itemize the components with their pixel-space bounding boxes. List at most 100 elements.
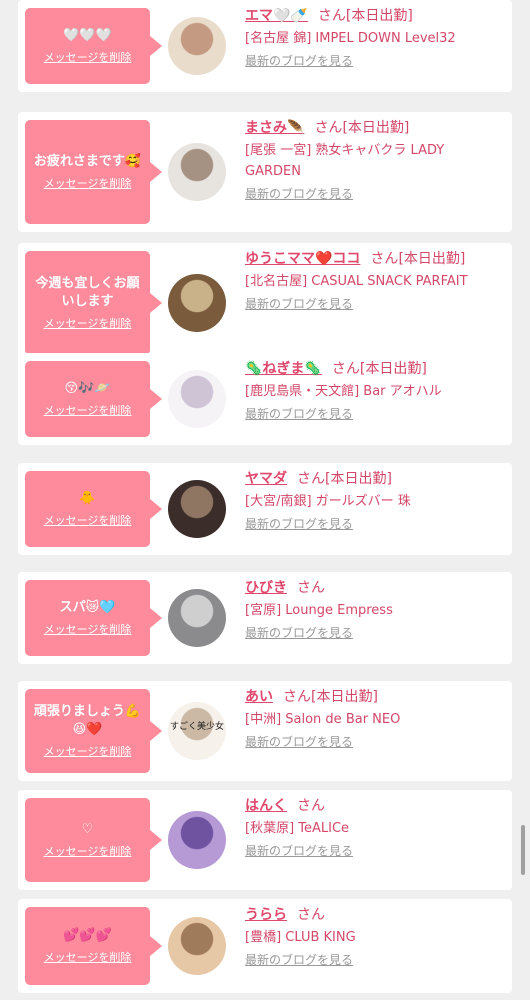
message-bubble: ♡ メッセージを削除: [25, 798, 162, 882]
name-line: うらら さん: [245, 905, 504, 925]
honorific: さん: [283, 689, 311, 705]
message-card: 💕💕💕 メッセージを削除 うらら さん [豊橋] CLUB KING 最新のブログ…: [18, 899, 512, 993]
cast-info: 🦠ねぎま🦠 さん[本日出勤] [鹿児島県・天文館] Bar アオハル 最新のブログ…: [245, 359, 504, 423]
shop-name: [北名古屋] CASUAL SNACK PARFAIT: [245, 274, 468, 289]
cast-name-link[interactable]: はんく: [245, 798, 287, 814]
honorific: さん: [370, 251, 399, 267]
cast-info: エマ🤍🍼 さん[本日出勤] [名古屋 錦] IMPEL DOWN Level32 …: [245, 6, 504, 70]
shop-name: [宮原] Lounge Empress: [245, 603, 393, 618]
cast-name-link[interactable]: ゆうこママ❤️ココ: [245, 251, 360, 267]
message-card: 🤍🤍🤍 メッセージを削除 エマ🤍🍼 さん[本日出勤] [名古屋 錦] IMPEL …: [18, 0, 512, 92]
honorific: さん: [297, 580, 325, 596]
message-list: 🤍🤍🤍 メッセージを削除 エマ🤍🍼 さん[本日出勤] [名古屋 錦] IMPEL …: [0, 0, 530, 1000]
name-line: ヤマダ さん[本日出勤]: [245, 469, 504, 489]
name-line: エマ🤍🍼 さん[本日出勤]: [245, 6, 504, 26]
shop-name: [名古屋 錦] IMPEL DOWN Level32: [245, 31, 456, 46]
message-bubble: 😚🎶🪐 メッセージを削除: [25, 361, 162, 437]
latest-blog-link[interactable]: 最新のブログを見る: [245, 951, 504, 969]
delete-message-link[interactable]: メッセージを削除: [44, 175, 132, 191]
latest-blog-link[interactable]: 最新のブログを見る: [245, 624, 504, 642]
delete-message-link[interactable]: メッセージを削除: [44, 949, 132, 965]
latest-blog-link[interactable]: 最新のブログを見る: [245, 842, 504, 860]
delete-message-link[interactable]: メッセージを削除: [44, 843, 132, 859]
cast-name-link[interactable]: ひびき: [245, 580, 287, 596]
delete-message-link[interactable]: メッセージを削除: [44, 512, 132, 528]
status-badge: [本日出勤]: [342, 120, 410, 136]
latest-blog-link[interactable]: 最新のブログを見る: [245, 185, 504, 203]
message-card: 頑張りましょう💪😆❤️ メッセージを削除 すごく美少女 あい さん[本日出勤] […: [18, 681, 512, 781]
cast-info: あい さん[本日出勤] [中洲] Salon de Bar NEO 最新のブログを…: [245, 687, 504, 751]
avatar[interactable]: [168, 274, 226, 332]
message-card: お疲れさまです🥰 メッセージを削除 まさみ🪶 さん[本日出勤] [尾張 一宮] 熟…: [18, 112, 512, 232]
status-badge: [本日出勤]: [325, 471, 392, 487]
honorific: さん: [297, 907, 325, 923]
message-text: 頑張りましょう💪😆❤️: [33, 704, 142, 737]
status-badge: [本日出勤]: [345, 8, 413, 24]
honorific: さん: [314, 120, 343, 136]
message-bubble: 🤍🤍🤍 メッセージを削除: [25, 8, 162, 84]
message-text: 今週も宜しくお願いします: [35, 276, 140, 309]
shop-name: [中洲] Salon de Bar NEO: [245, 712, 401, 727]
delete-message-link[interactable]: メッセージを削除: [44, 402, 132, 418]
avatar[interactable]: [168, 17, 226, 75]
honorific: さん: [297, 798, 325, 814]
latest-blog-link[interactable]: 最新のブログを見る: [245, 295, 504, 313]
shop-name: [尾張 一宮] 熟女キャバクラ LADY GARDEN: [245, 143, 445, 179]
name-line: まさみ🪶 さん[本日出勤]: [245, 118, 504, 138]
status-badge: [本日出勤]: [398, 251, 466, 267]
latest-blog-link[interactable]: 最新のブログを見る: [245, 733, 504, 751]
message-text: 😚🎶🪐: [64, 381, 111, 396]
avatar[interactable]: [168, 917, 226, 975]
message-card: 😚🎶🪐 メッセージを削除 🦠ねぎま🦠 さん[本日出勤] [鹿児島県・天文館] Ba…: [18, 353, 512, 445]
latest-blog-link[interactable]: 最新のブログを見る: [245, 52, 504, 70]
cast-info: ひびき さん [宮原] Lounge Empress 最新のブログを見る: [245, 578, 504, 642]
delete-message-link[interactable]: メッセージを削除: [44, 621, 132, 637]
avatar[interactable]: [168, 480, 226, 538]
name-line: ゆうこママ❤️ココ さん[本日出勤]: [245, 249, 504, 269]
message-text: 💕💕💕: [63, 928, 112, 943]
message-text: 🐥: [79, 491, 96, 506]
shop-name: [豊橋] CLUB KING: [245, 930, 356, 945]
avatar[interactable]: [168, 589, 226, 647]
name-line: 🦠ねぎま🦠 さん[本日出勤]: [245, 359, 504, 379]
name-line: ひびき さん: [245, 578, 504, 598]
cast-info: うらら さん [豊橋] CLUB KING 最新のブログを見る: [245, 905, 504, 969]
delete-message-link[interactable]: メッセージを削除: [44, 743, 132, 759]
avatar[interactable]: すごく美少女: [168, 702, 226, 760]
cast-name-link[interactable]: あい: [245, 689, 273, 705]
cast-name-link[interactable]: エマ🤍🍼: [245, 8, 308, 24]
delete-message-link[interactable]: メッセージを削除: [44, 49, 132, 65]
name-line: あい さん[本日出勤]: [245, 687, 504, 707]
message-bubble: お疲れさまです🥰 メッセージを削除: [25, 120, 162, 224]
message-card: 今週も宜しくお願いします メッセージを削除 ゆうこママ❤️ココ さん[本日出勤] …: [18, 243, 512, 363]
cast-name-link[interactable]: うらら: [245, 907, 287, 923]
shop-name: [大宮/南銀] ガールズバー 珠: [245, 494, 411, 509]
message-text: スパ😿🩵: [59, 600, 116, 615]
cast-info: ヤマダ さん[本日出勤] [大宮/南銀] ガールズバー 珠 最新のブログを見る: [245, 469, 504, 533]
message-bubble: 💕💕💕 メッセージを削除: [25, 907, 162, 985]
avatar[interactable]: [168, 370, 226, 428]
cast-name-link[interactable]: 🦠ねぎま🦠: [245, 361, 322, 377]
latest-blog-link[interactable]: 最新のブログを見る: [245, 405, 504, 423]
honorific: さん: [331, 361, 360, 377]
message-bubble: 🐥 メッセージを削除: [25, 471, 162, 547]
avatar[interactable]: [168, 143, 226, 201]
latest-blog-link[interactable]: 最新のブログを見る: [245, 515, 504, 533]
cast-info: ゆうこママ❤️ココ さん[本日出勤] [北名古屋] CASUAL SNACK PA…: [245, 249, 504, 313]
scrollbar[interactable]: [521, 825, 525, 875]
message-text: ♡: [81, 822, 94, 837]
name-line: はんく さん: [245, 796, 504, 816]
cast-name-link[interactable]: まさみ🪶: [245, 120, 304, 136]
message-bubble: 頑張りましょう💪😆❤️ メッセージを削除: [25, 689, 162, 773]
honorific: さん: [297, 471, 325, 487]
status-badge: [本日出勤]: [311, 689, 378, 705]
avatar[interactable]: [168, 811, 226, 869]
status-badge: [本日出勤]: [359, 361, 427, 377]
delete-message-link[interactable]: メッセージを削除: [44, 315, 132, 331]
cast-info: はんく さん [秋葉原] TeALICe 最新のブログを見る: [245, 796, 504, 860]
cast-info: まさみ🪶 さん[本日出勤] [尾張 一宮] 熟女キャバクラ LADY GARDEN…: [245, 118, 504, 203]
message-card: ♡ メッセージを削除 はんく さん [秋葉原] TeALICe 最新のブログを見る: [18, 790, 512, 890]
shop-name: [秋葉原] TeALICe: [245, 821, 350, 836]
message-bubble: スパ😿🩵 メッセージを削除: [25, 580, 162, 656]
cast-name-link[interactable]: ヤマダ: [245, 471, 287, 487]
